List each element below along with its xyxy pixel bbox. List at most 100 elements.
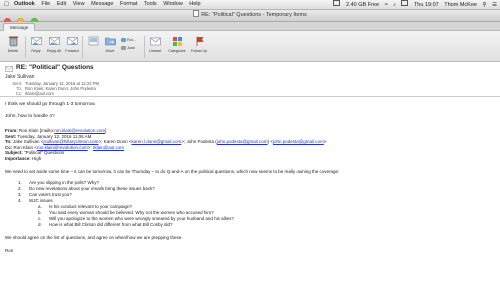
quoted-cc-text: Ron Klain <	[13, 144, 37, 150]
quoted-importance-value: High	[32, 155, 42, 161]
rules-label: Rul...	[127, 38, 136, 42]
delete-icon	[8, 36, 18, 47]
forward-button[interactable]: Forward	[63, 35, 81, 53]
wifi-icon[interactable]: ≈	[385, 2, 388, 8]
quoted-to-label: To:	[5, 139, 12, 144]
list-item: 3. Can voters trust you?	[18, 192, 72, 198]
follow-up-button[interactable]: Follow Up	[189, 35, 209, 53]
menu-format[interactable]: Format	[120, 1, 137, 7]
menu-tools[interactable]: Tools	[144, 1, 157, 7]
list-text: WJC issues	[29, 198, 53, 203]
junk-icon	[121, 45, 126, 50]
message-subject: RE: "Political" Questions	[16, 64, 94, 71]
list-text: Are you slipping in the polls? Why?	[29, 180, 100, 185]
quoted-to-text: >; John Podesta (	[181, 139, 217, 144]
reply-label: Reply	[31, 49, 41, 53]
junk-button[interactable]: Junk	[121, 45, 135, 51]
user-name[interactable]: Thom McKee	[444, 2, 477, 8]
rules-button[interactable]: Rul...	[121, 37, 136, 43]
document-icon	[193, 10, 200, 17]
quoted-to-text: >; Karen Dunn <	[98, 139, 132, 144]
body-line-2: John, how to handle 4?	[5, 114, 55, 119]
quoted-from-name: Ron Klain [mailto:	[19, 128, 55, 133]
notification-icon[interactable]: ☰	[492, 2, 497, 8]
menu-bar:  Outlook File Edit View Message Format …	[0, 0, 500, 10]
window-title: RE: "Political" Questions - Temporary It…	[0, 10, 500, 21]
email-link[interactable]: john.podesta@gmail.com	[217, 139, 268, 144]
email-link[interactable]: jsullivan@hillaryclinton.com	[43, 139, 98, 144]
categorize-label: Categorize	[168, 49, 186, 53]
sub-list-letter: c.	[38, 216, 42, 221]
list-number: 1.	[18, 180, 22, 185]
list-item: 2. Do new revelations about your emails b…	[18, 186, 155, 192]
attachment-button[interactable]	[84, 35, 102, 49]
rules-icon	[121, 37, 126, 42]
body-line-1: I think we should go through 1-3 tomorro…	[5, 102, 96, 107]
message-cc: Cc: rklain@aol.com	[10, 91, 54, 96]
menu-edit[interactable]: Edit	[57, 1, 66, 7]
delete-label: Delete	[7, 49, 19, 53]
email-link[interactable]: karen.l.dunn@gmail.com	[131, 139, 181, 144]
cc-recipients[interactable]: rklain@aol.com	[25, 91, 54, 96]
sub-list-letter: b.	[38, 210, 42, 215]
reply-button[interactable]: Reply	[27, 35, 45, 53]
sub-list-letter: d.	[38, 222, 42, 227]
sub-list-item: d. How is what Bill Clinton did different…	[38, 222, 172, 228]
email-link[interactable]: rklain@aol.com	[93, 145, 124, 150]
quoted-subject-label: Subject:	[5, 150, 23, 155]
categorize-icon	[172, 37, 182, 46]
list-text: Can voters trust you?	[29, 192, 72, 197]
delete-button[interactable]: Delete	[4, 35, 22, 53]
cc-label: Cc:	[15, 91, 22, 96]
message-header: RE: "Political" Questions Jake Sullivan …	[0, 62, 500, 97]
categorize-button[interactable]: Categorize	[166, 35, 188, 53]
message-sender[interactable]: Jake Sullivan	[5, 74, 34, 80]
sub-list-item: b. You said every woman should be believe…	[38, 210, 214, 216]
reply-all-button[interactable]: Reply All	[45, 35, 63, 53]
sub-list-text: Will you apologize to the women who were…	[49, 216, 234, 221]
email-link[interactable]: ron.klain@revolution.com	[37, 145, 88, 150]
quoted-importance-label: Importance:	[5, 155, 31, 161]
unread-button[interactable]: Unread	[146, 35, 164, 53]
volume-icon[interactable]: ♪	[393, 2, 396, 8]
flag-icon	[196, 36, 203, 46]
attachment-icon	[88, 36, 98, 46]
free-space-indicator[interactable]: 2.40 GB Free	[346, 2, 379, 8]
quoted-subject-value: "Political" Questions	[24, 150, 65, 155]
reply-all-icon	[48, 37, 60, 45]
quoted-to-text: Jake Sullivan <	[12, 139, 44, 144]
spotlight-icon[interactable]: ⚲	[483, 2, 487, 8]
app-menus: Outlook File Edit View Message Format To…	[14, 0, 206, 9]
folder-move-icon	[104, 37, 116, 46]
status-area: 2.40 GB Free ≈ ♪ Thu 19:07 Thom McKee ⚲ …	[329, 0, 497, 10]
ribbon-toolbar: Delete Reply Reply All Forward Move Rul.…	[0, 31, 500, 62]
menu-app-name[interactable]: Outlook	[14, 1, 35, 7]
window-title-bar: RE: "Political" Questions - Temporary It…	[0, 10, 500, 25]
quoted-from-email-link[interactable]: ron.klain@revolution.com	[54, 128, 105, 133]
menu-file[interactable]: File	[41, 1, 50, 7]
message-icon	[5, 66, 13, 72]
clock[interactable]: Thu 19:07	[414, 2, 439, 8]
apple-menu-icon[interactable]: 	[4, 0, 9, 9]
body-signature: Ron	[5, 248, 14, 253]
quoted-importance: Importance: High	[5, 156, 41, 162]
menu-help[interactable]: Help	[189, 1, 200, 7]
ribbon-divider	[144, 36, 145, 58]
sub-list-letter: a.	[38, 204, 42, 209]
move-button[interactable]: Move	[101, 35, 119, 53]
ribbon-divider	[25, 36, 26, 58]
list-number: 2.	[18, 186, 22, 191]
menu-view[interactable]: View	[73, 1, 85, 7]
reply-icon	[30, 37, 42, 45]
sub-list-text: Is his conduct relevant to your campaign…	[49, 204, 133, 209]
menu-window[interactable]: Window	[163, 1, 183, 7]
forward-label: Forward	[65, 49, 79, 53]
menu-message[interactable]: Message	[91, 1, 113, 7]
email-link[interactable]: john.podesta@gmail.com	[273, 139, 324, 144]
reply-all-label: Reply All	[47, 49, 61, 53]
tab-message[interactable]: Message	[3, 23, 36, 31]
follow-up-label: Follow Up	[191, 49, 207, 53]
battery-icon[interactable]	[401, 0, 409, 6]
move-label: Move	[105, 49, 115, 53]
quoted-sent-label: Sent:	[5, 133, 17, 139]
